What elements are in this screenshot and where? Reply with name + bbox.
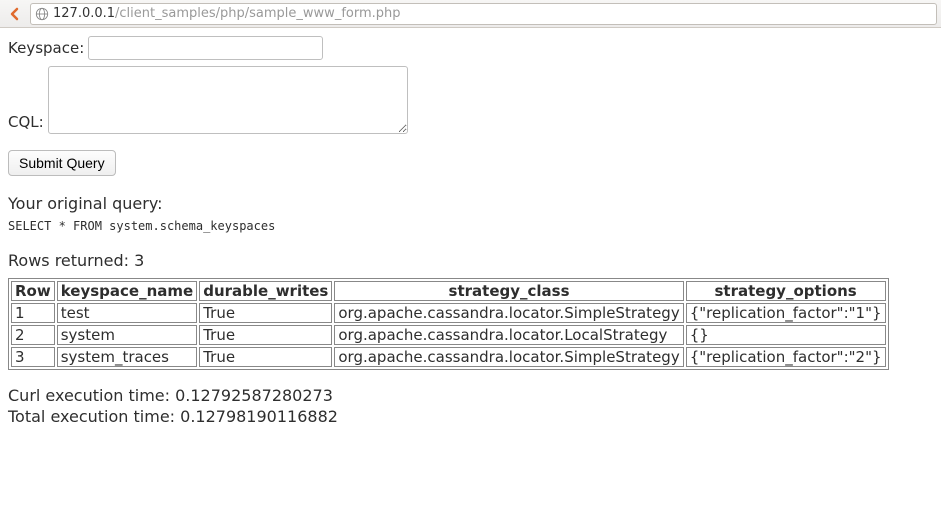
table-cell: test: [57, 303, 197, 323]
table-cell: system_traces: [57, 347, 197, 367]
table-cell: {"replication_factor":"1"}: [686, 303, 886, 323]
column-header: strategy_class: [334, 281, 683, 301]
results-table: Rowkeyspace_namedurable_writesstrategy_c…: [8, 278, 889, 370]
table-body: 1testTrueorg.apache.cassandra.locator.Si…: [11, 303, 886, 367]
cql-textarea[interactable]: [48, 66, 408, 134]
table-cell: 2: [11, 325, 55, 345]
table-cell: {"replication_factor":"2"}: [686, 347, 886, 367]
table-cell: True: [199, 303, 332, 323]
table-cell: org.apache.cassandra.locator.SimpleStrat…: [334, 303, 683, 323]
table-cell: {}: [686, 325, 886, 345]
submit-query-button[interactable]: Submit Query: [8, 150, 116, 176]
rows-returned-count: 3: [134, 251, 144, 270]
table-cell: system: [57, 325, 197, 345]
url-bar[interactable]: 127.0.0.1/client_samples/php/sample_www_…: [30, 3, 937, 25]
table-header-row: Rowkeyspace_namedurable_writesstrategy_c…: [11, 281, 886, 301]
page-content: Keyspace: CQL: Submit Query Your origina…: [0, 28, 941, 436]
keyspace-label: Keyspace:: [8, 39, 84, 60]
table-row: 1testTrueorg.apache.cassandra.locator.Si…: [11, 303, 886, 323]
keyspace-input[interactable]: [88, 36, 323, 60]
table-cell: 3: [11, 347, 55, 367]
table-cell: True: [199, 347, 332, 367]
column-header: durable_writes: [199, 281, 332, 301]
cql-label: CQL:: [8, 113, 44, 134]
url-text: 127.0.0.1/client_samples/php/sample_www_…: [53, 6, 401, 21]
table-cell: True: [199, 325, 332, 345]
column-header: Row: [11, 281, 55, 301]
back-button[interactable]: [4, 3, 26, 25]
total-time: Total execution time: 0.12798190116882: [8, 407, 933, 428]
table-row: 2systemTrueorg.apache.cassandra.locator.…: [11, 325, 886, 345]
globe-icon: [35, 7, 49, 21]
browser-toolbar: 127.0.0.1/client_samples/php/sample_www_…: [0, 0, 941, 28]
table-cell: org.apache.cassandra.locator.SimpleStrat…: [334, 347, 683, 367]
timing-block: Curl execution time: 0.12792587280273 To…: [8, 386, 933, 428]
original-query-label: Your original query:: [8, 194, 933, 213]
column-header: strategy_options: [686, 281, 886, 301]
curl-time: Curl execution time: 0.12792587280273: [8, 386, 933, 407]
table-cell: org.apache.cassandra.locator.LocalStrate…: [334, 325, 683, 345]
rows-returned: Rows returned: 3: [8, 251, 933, 270]
column-header: keyspace_name: [57, 281, 197, 301]
back-arrow-icon: [7, 6, 23, 22]
original-query-text: SELECT * FROM system.schema_keyspaces: [8, 219, 933, 233]
rows-returned-label: Rows returned:: [8, 251, 134, 270]
table-cell: 1: [11, 303, 55, 323]
table-row: 3system_tracesTrueorg.apache.cassandra.l…: [11, 347, 886, 367]
